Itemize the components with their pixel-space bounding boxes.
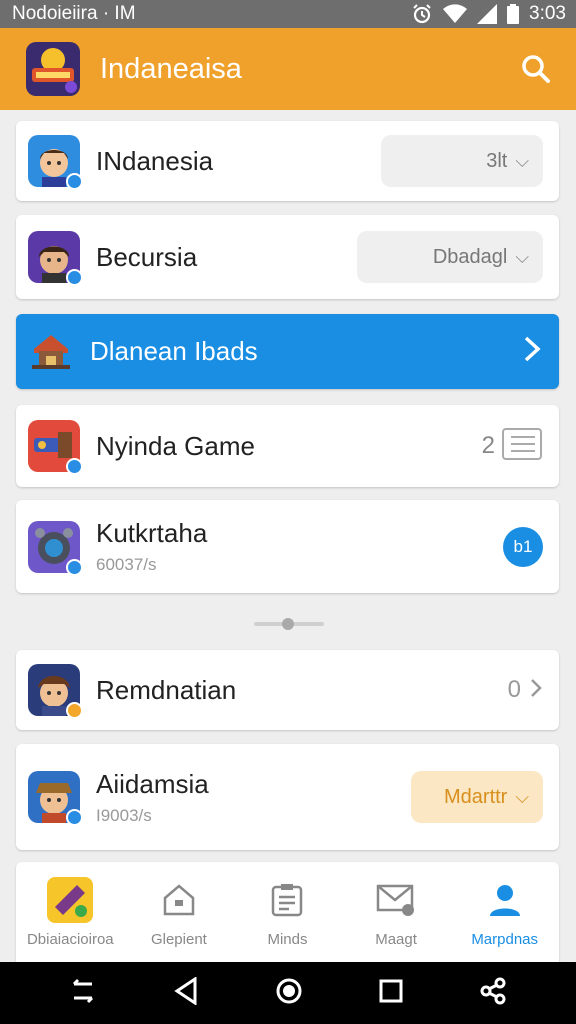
list-item-aiidamsia[interactable]: Aiidamsia I9003/s Mdarttr ⌵ — [16, 744, 559, 850]
chevron-down-icon: ⌵ — [515, 786, 529, 807]
status-carrier-text: Nodoieiira · IM — [12, 3, 136, 24]
profile-icon — [482, 877, 528, 923]
item-title: Becursia — [96, 241, 198, 272]
list-icon[interactable] — [501, 427, 543, 466]
alarm-icon — [413, 4, 431, 24]
item-dropdown[interactable]: Mdarttr ⌵ — [411, 771, 543, 823]
avatar-badge — [66, 173, 83, 190]
nav-item-home[interactable]: Glepient — [125, 862, 234, 962]
home-circle-icon[interactable] — [275, 977, 303, 1010]
avatar — [28, 135, 83, 190]
dropdown-value: Dbadagl — [432, 245, 508, 268]
mail-icon — [373, 877, 419, 923]
chevron-down-icon: ⌵ — [515, 150, 529, 171]
avatar — [28, 420, 83, 475]
search-button[interactable] — [514, 47, 558, 91]
item-title: Remdnatian — [96, 674, 237, 705]
list-item-becursia[interactable]: Becursia Dbadagl ⌵ — [16, 215, 559, 299]
list-item-kutkrtaha[interactable]: Kutkrtaha 60037/s b1 — [16, 500, 559, 593]
list-item-indanesia[interactable]: INdanesia 3lt ⌵ — [16, 121, 559, 201]
section-divider-handle — [254, 618, 324, 630]
avatar-badge — [66, 558, 83, 576]
nav-label: Glepient — [150, 930, 207, 948]
avatar — [28, 664, 83, 719]
item-subtitle: I9003/s — [96, 805, 152, 825]
avatar-badge — [66, 269, 83, 286]
item-title: Nyinda Game — [96, 430, 255, 461]
item-title: Dlanean Ibads — [90, 336, 258, 366]
bottom-navigation: Dbiaiacioiroa Glepient Minds Maagt Marpd… — [16, 862, 559, 962]
avatar — [28, 520, 83, 576]
item-subtitle: 60037/s — [96, 555, 157, 574]
chevron-down-icon: ⌵ — [515, 246, 529, 267]
search-icon — [522, 55, 550, 83]
house-icon — [28, 329, 74, 375]
nav-label: Minds — [267, 930, 308, 948]
recent-apps-switch-icon[interactable] — [68, 976, 98, 1011]
status-bar: Nodoieiira · IM 3:03 — [0, 0, 576, 28]
app-bar: Indaneaisa — [0, 28, 576, 110]
nav-label: Dbiaiacioiroa — [26, 930, 114, 948]
signal-icon — [477, 4, 498, 24]
avatar — [28, 771, 83, 826]
chevron-right-icon[interactable] — [529, 677, 543, 704]
nav-label: Marpdnas — [471, 930, 539, 948]
list-item-nyinda-game[interactable]: Nyinda Game 2 — [16, 405, 559, 487]
avatar — [28, 231, 83, 286]
app-title: Indaneaisa — [100, 52, 242, 85]
battery-icon — [507, 4, 520, 24]
item-title: Aiidamsia — [96, 768, 209, 799]
dropdown-value: Mdarttr — [444, 785, 508, 808]
overview-square-icon[interactable] — [379, 979, 403, 1008]
list-item-dlanean-ibads[interactable]: Dlanean Ibads — [16, 314, 559, 389]
list-item-remdnatian[interactable]: Remdnatian 0 — [16, 650, 559, 730]
nav-item-minds[interactable]: Minds — [233, 862, 342, 962]
status-time: 3:03 — [529, 3, 566, 24]
system-navigation-bar — [0, 962, 576, 1024]
item-title: Kutkrtaha — [96, 518, 208, 548]
nav-label: Maagt — [375, 930, 417, 948]
chevron-right-icon[interactable] — [521, 335, 543, 368]
nav-item-profile[interactable]: Marpdnas — [450, 862, 559, 962]
item-dropdown[interactable]: 3lt ⌵ — [381, 135, 543, 187]
item-dropdown[interactable]: Dbadagl ⌵ — [357, 231, 543, 283]
share-icon[interactable] — [478, 976, 508, 1011]
wifi-icon — [443, 4, 468, 24]
nav-item-games[interactable]: Dbiaiacioiroa — [16, 862, 125, 962]
clipboard-icon — [264, 877, 310, 923]
item-action-button[interactable]: b1 — [503, 526, 543, 567]
nav-item-mail[interactable]: Maagt — [342, 862, 451, 962]
dropdown-value: 3lt — [486, 149, 508, 172]
item-count: 2 — [481, 432, 495, 459]
app-logo[interactable] — [26, 42, 80, 96]
avatar-badge — [66, 458, 83, 475]
avatar-badge — [66, 702, 83, 719]
item-count: 0 — [507, 676, 521, 703]
game-icon — [47, 876, 94, 923]
avatar-badge — [66, 809, 83, 826]
item-title: INdanesia — [96, 145, 214, 176]
home-icon — [156, 877, 202, 923]
back-icon[interactable] — [173, 975, 199, 1010]
